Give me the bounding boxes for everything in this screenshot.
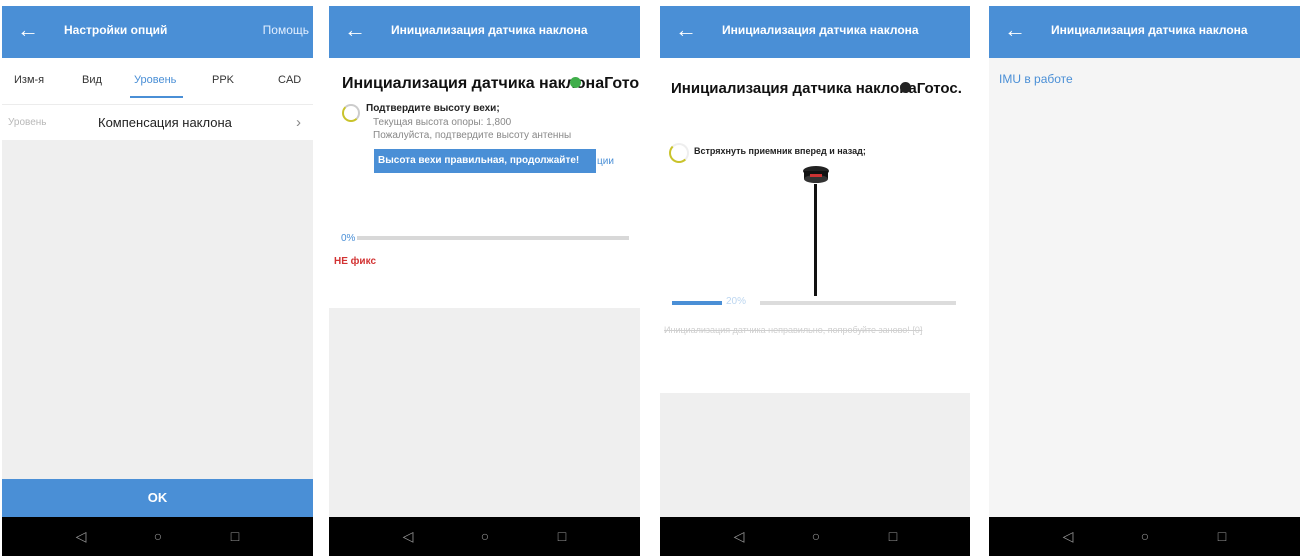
row-value: Компенсация наклона xyxy=(98,115,232,130)
loading-spinner-icon xyxy=(669,143,689,163)
step-text: Встряхнуть приемник вперед и назад; xyxy=(694,146,866,156)
nav-recents-icon[interactable]: □ xyxy=(552,527,572,545)
status-dot-icon xyxy=(570,77,581,88)
gnss-receiver-icon xyxy=(803,166,829,183)
confirm-height-button[interactable]: Высота вехи правильная, продолжайте! xyxy=(374,149,596,173)
progress-percent: 20% xyxy=(726,296,747,307)
app-bar: ← Инициализация датчика наклона xyxy=(989,6,1300,58)
progress-percent: 0% xyxy=(341,233,356,244)
heading-tail: в. xyxy=(639,75,640,92)
nav-home-icon[interactable]: ○ xyxy=(1135,527,1155,545)
loading-spinner-icon xyxy=(342,104,360,122)
progress-fill xyxy=(672,301,722,305)
tab-changes[interactable]: Изм-я xyxy=(14,74,44,86)
heading-overlap: Гото xyxy=(916,80,950,97)
screen-tilt-init-shake: ← Инициализация датчика наклона Инициали… xyxy=(660,6,970,556)
system-nav-bar: ◁ ○ □ xyxy=(2,517,313,556)
back-arrow-icon[interactable]: ← xyxy=(1003,19,1027,41)
tab-ppk[interactable]: PPK xyxy=(212,74,234,86)
nav-back-icon[interactable]: ◁ xyxy=(398,527,418,545)
nav-recents-icon[interactable]: □ xyxy=(1212,527,1232,545)
active-tab-indicator xyxy=(130,96,183,98)
survey-pole-icon xyxy=(814,184,817,296)
heading-tail: с. xyxy=(949,80,962,97)
status-panel: IMU в работе xyxy=(989,58,1300,517)
screen-tilt-init-confirm: ← Инициализация датчика наклона Инициали… xyxy=(329,6,640,556)
system-nav-bar: ◁ ○ □ xyxy=(329,517,640,556)
status-dot-icon xyxy=(900,82,911,93)
init-panel: Инициализация датчика наклонаГотос. Встр… xyxy=(660,58,970,393)
page-title: Настройки опций xyxy=(64,23,168,37)
nav-home-icon[interactable]: ○ xyxy=(806,527,826,545)
confirm-suffix-link[interactable]: ции xyxy=(597,156,614,167)
nav-recents-icon[interactable]: □ xyxy=(225,527,245,545)
heading-overlap: Гото xyxy=(604,75,640,92)
nav-back-icon[interactable]: ◁ xyxy=(729,527,749,545)
tab-view[interactable]: Вид xyxy=(82,74,102,86)
chevron-right-icon: › xyxy=(296,114,301,131)
tab-bar: Изм-я Вид Уровень PPK CAD xyxy=(2,58,313,104)
heading-text: Инициализация датчика наклона xyxy=(671,80,917,97)
init-warning-text: Инициализация датчика неправильно, попро… xyxy=(664,325,923,335)
pole-height-text: Текущая высота опоры: 1,800 xyxy=(373,117,512,128)
nav-home-icon[interactable]: ○ xyxy=(475,527,495,545)
step-text: Подтвердите высоту вехи; xyxy=(366,103,500,114)
antenna-hint-text: Пожалуйста, подтвердите высоту антенны xyxy=(373,130,572,141)
row-label: Уровень xyxy=(8,117,47,128)
system-nav-bar: ◁ ○ □ xyxy=(660,517,970,556)
page-title: Инициализация датчика наклона xyxy=(391,23,588,37)
nav-back-icon[interactable]: ◁ xyxy=(1058,527,1078,545)
nav-recents-icon[interactable]: □ xyxy=(883,527,903,545)
page-title: Инициализация датчика наклона xyxy=(722,23,919,37)
back-arrow-icon[interactable]: ← xyxy=(16,19,40,41)
tilt-compensation-row[interactable]: Уровень Компенсация наклона › xyxy=(2,104,313,140)
back-arrow-icon[interactable]: ← xyxy=(343,19,367,41)
tab-cad[interactable]: CAD xyxy=(278,74,301,86)
panel-heading: Инициализация датчика наклонаГотов. xyxy=(342,75,640,93)
nav-home-icon[interactable]: ○ xyxy=(148,527,168,545)
app-bar: ← Инициализация датчика наклона xyxy=(660,6,970,58)
panel-heading: Инициализация датчика наклонаГотос. xyxy=(671,80,962,97)
help-link[interactable]: Помощь xyxy=(263,23,309,37)
heading-text: Инициализация датчика наклона xyxy=(342,75,605,92)
nav-back-icon[interactable]: ◁ xyxy=(71,527,91,545)
app-bar: ← Настройки опций Помощь xyxy=(2,6,313,58)
ok-button[interactable]: OK xyxy=(2,479,313,517)
app-bar: ← Инициализация датчика наклона xyxy=(329,6,640,58)
progress-track xyxy=(357,236,629,240)
page-title: Инициализация датчика наклона xyxy=(1051,23,1248,37)
screen-tilt-settings: ← Настройки опций Помощь Изм-я Вид Урове… xyxy=(2,6,313,556)
system-nav-bar: ◁ ○ □ xyxy=(989,517,1300,556)
progress-track xyxy=(760,301,956,305)
init-panel: Инициализация датчика наклонаГотов. Подт… xyxy=(329,58,640,308)
imu-status-text: IMU в работе xyxy=(999,72,1073,86)
fix-status-text: НЕ фикс xyxy=(334,256,377,267)
screen-imu-running: ← Инициализация датчика наклона IMU в ра… xyxy=(989,6,1300,556)
tab-level[interactable]: Уровень xyxy=(134,74,176,86)
back-arrow-icon[interactable]: ← xyxy=(674,19,698,41)
